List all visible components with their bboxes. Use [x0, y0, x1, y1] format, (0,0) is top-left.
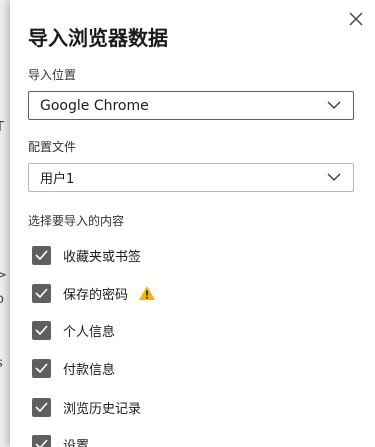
option-browsing-history[interactable]: 浏览历史记录: [32, 397, 141, 417]
chevron-down-icon: [327, 101, 341, 109]
option-label: 收藏夹或书签: [63, 249, 142, 265]
option-payment-info[interactable]: 付款信息: [32, 358, 115, 378]
option-settings[interactable]: 设置: [32, 434, 89, 447]
option-label: 浏览历史记录: [63, 401, 142, 417]
checkbox[interactable]: [32, 358, 51, 378]
checkbox[interactable]: [32, 283, 51, 303]
import-from-select[interactable]: Google Chrome: [28, 91, 354, 120]
checkmark-icon: [35, 439, 48, 447]
option-personal-info[interactable]: 个人信息: [32, 320, 115, 340]
import-from-value: Google Chrome: [40, 97, 149, 114]
profile-select[interactable]: 用户1: [28, 163, 354, 192]
warning-icon: [139, 286, 156, 300]
dialog-title: 导入浏览器数据: [28, 26, 168, 50]
background-glyph: s: [0, 356, 3, 371]
close-icon[interactable]: [345, 8, 367, 30]
option-label: 付款信息: [63, 362, 116, 378]
profile-label: 配置文件: [28, 140, 77, 154]
option-label: 设置: [63, 438, 90, 447]
checkbox[interactable]: [32, 397, 51, 417]
checkmark-icon: [35, 363, 48, 373]
items-to-import-label: 选择要导入的内容: [28, 214, 125, 228]
chevron-down-icon: [327, 173, 341, 181]
option-favorites[interactable]: 收藏夹或书签: [32, 245, 141, 265]
checkbox[interactable]: [32, 320, 51, 340]
checkmark-icon: [35, 288, 48, 298]
option-passwords[interactable]: 保存的密码: [32, 283, 156, 303]
background-glyph: >: [0, 268, 7, 283]
background-page: T J > o s: [0, 0, 10, 447]
checkmark-icon: [35, 402, 48, 412]
checkbox[interactable]: [32, 434, 51, 447]
profile-value: 用户1: [40, 172, 75, 187]
background-glyph: o: [0, 292, 4, 307]
import-browser-data-dialog: 导入浏览器数据 导入位置 Google Chrome 配置文件 用户1 选择要导…: [10, 0, 375, 447]
import-from-label: 导入位置: [28, 68, 77, 82]
checkbox[interactable]: [32, 245, 51, 265]
checkmark-icon: [35, 250, 48, 260]
checkmark-icon: [35, 325, 48, 335]
option-label: 保存的密码: [63, 287, 129, 303]
option-label: 个人信息: [63, 324, 116, 340]
background-glyph: T: [0, 120, 4, 135]
